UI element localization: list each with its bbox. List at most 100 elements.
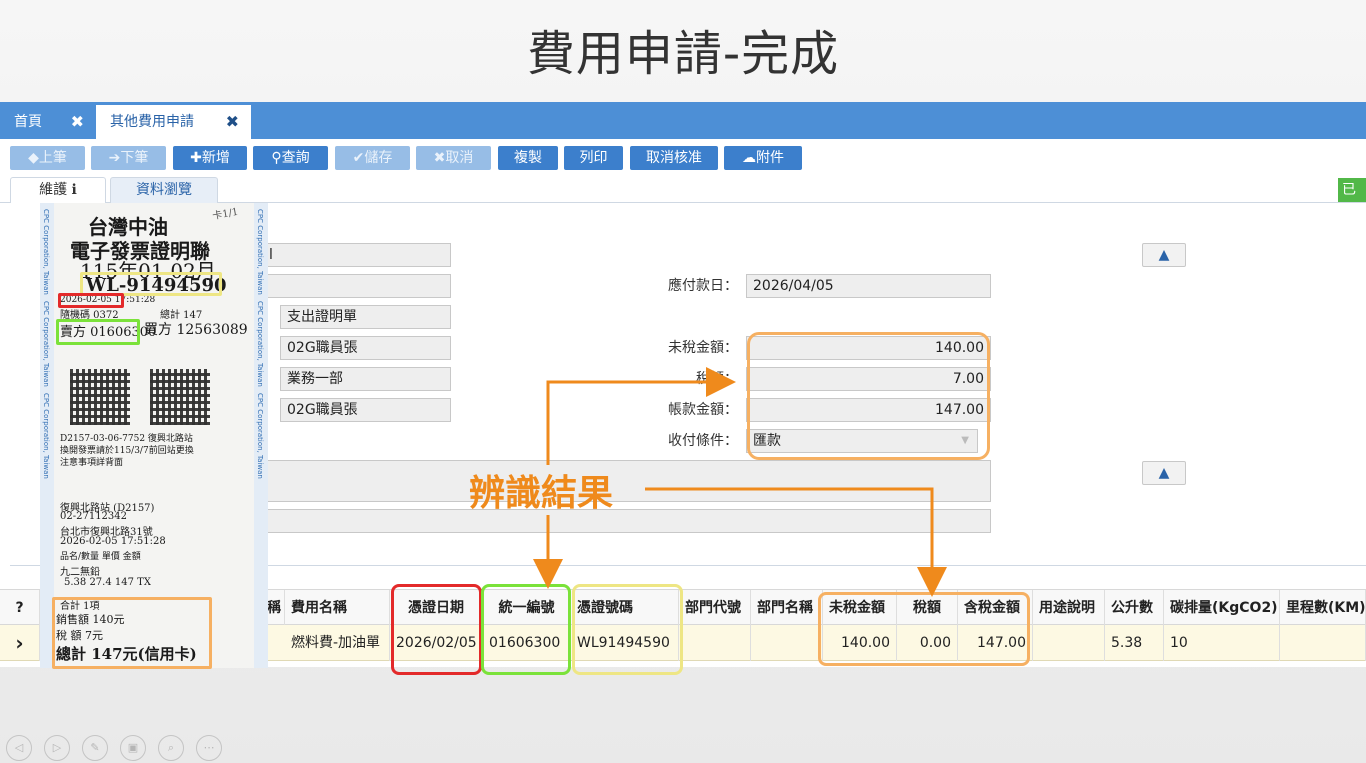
- col-total[interactable]: 含稅金額: [958, 590, 1033, 626]
- slides-icon[interactable]: ▣: [120, 735, 146, 761]
- attach-button[interactable]: ☁附件: [724, 146, 802, 170]
- slide-title: 費用申請-完成: [526, 26, 840, 82]
- receipt-random: 隨機碼 0372: [60, 310, 119, 321]
- print-button[interactable]: 列印: [564, 146, 623, 170]
- col-tax-id[interactable]: 統一編號: [483, 590, 571, 626]
- terms-select[interactable]: 匯款 ▼: [746, 429, 978, 453]
- col-voucher-no[interactable]: 憑證號碼: [571, 590, 679, 626]
- close-icon[interactable]: ✖: [226, 105, 239, 139]
- total-label: 帳款金額：: [668, 402, 738, 418]
- cloud-upload-icon: ☁: [742, 150, 756, 166]
- pretax-field[interactable]: 140.00: [746, 336, 991, 360]
- tab-home-label: 首頁: [14, 114, 42, 130]
- next-button[interactable]: ➔下筆: [91, 146, 166, 170]
- applicant-field[interactable]: 02G職員張: [280, 336, 451, 360]
- next-slide-icon[interactable]: ▷: [44, 735, 70, 761]
- cancel-approve-button[interactable]: 取消核准: [630, 146, 718, 170]
- cell-dept-code[interactable]: [679, 625, 751, 661]
- terms-label: 收付條件：: [668, 433, 738, 449]
- cell-liters[interactable]: 5.38: [1105, 625, 1164, 661]
- tax-label: 稅額：: [696, 371, 738, 387]
- remark-textarea[interactable]: [262, 460, 991, 502]
- status-badge: 已: [1338, 178, 1366, 202]
- receipt-item: 九二無鉛: [60, 567, 100, 578]
- cell-expense-name[interactable]: 燃料費-加油單: [285, 625, 390, 661]
- cell-voucher-no[interactable]: WL91494590: [571, 625, 679, 661]
- help-icon[interactable]: ?: [0, 590, 40, 626]
- col-expense-name[interactable]: 費用名稱: [285, 590, 390, 626]
- tab-maintain[interactable]: 維護 ℹ: [10, 177, 106, 203]
- col-pretax[interactable]: 未稅金額: [823, 590, 897, 626]
- receipt-handwritten: 卡1/1: [211, 206, 240, 223]
- receipt-sales: 銷售額 140元: [56, 613, 125, 626]
- cell-mileage[interactable]: [1280, 625, 1366, 661]
- col-liters[interactable]: 公升數: [1105, 590, 1164, 626]
- zoom-icon[interactable]: ⌕: [158, 735, 184, 761]
- qr-code-icon: [70, 369, 130, 425]
- receipt-columns: 品名/數量 單價 金額: [60, 552, 141, 562]
- cell-tax-id[interactable]: 01606300: [483, 625, 571, 661]
- query-button[interactable]: ⚲查詢: [253, 146, 328, 170]
- more-icon[interactable]: ⋯: [196, 735, 222, 761]
- cell-purpose[interactable]: [1033, 625, 1105, 661]
- receipt-item-values: 5.38 27.4 147 TX: [64, 577, 151, 588]
- col-dept-code[interactable]: 部門代號: [679, 590, 751, 626]
- collapse-up-button[interactable]: ▲: [1142, 461, 1186, 485]
- tab-other-expense[interactable]: 其他費用申請 ✖: [96, 105, 251, 139]
- col-carbon[interactable]: 碳排量(KgCO2): [1164, 590, 1280, 626]
- col-voucher-date[interactable]: 憑證日期: [390, 590, 483, 626]
- pretax-label: 未稅金額：: [668, 340, 738, 356]
- prev-button[interactable]: ◆上筆: [10, 146, 85, 170]
- col-purpose[interactable]: 用途說明: [1033, 590, 1105, 626]
- tab-other-expense-label: 其他費用申請: [110, 114, 194, 130]
- receipt-sum: 合計 1項: [60, 601, 100, 612]
- copy-button[interactable]: 複製: [498, 146, 558, 170]
- long-field[interactable]: [262, 509, 991, 533]
- total-field[interactable]: 147.00: [746, 398, 991, 422]
- terms-value: 匯款: [753, 433, 781, 449]
- tax-field[interactable]: 7.00: [746, 367, 991, 391]
- add-button[interactable]: ✚新增: [173, 146, 247, 170]
- receipt-note2: 注意事項詳背面: [60, 458, 124, 468]
- receipt-edge-left: CPC Corporation, Taiwan CPC Corporation, …: [40, 203, 54, 668]
- tab-home[interactable]: 首頁 ✖: [0, 105, 96, 139]
- cell-carbon[interactable]: 10: [1164, 625, 1280, 661]
- search-icon: ⚲: [271, 150, 282, 166]
- qr-code-icon: [150, 369, 210, 425]
- receipt-seller: 賣方 01606300: [60, 325, 157, 340]
- doc-type-field[interactable]: 支出證明單: [280, 305, 451, 329]
- cancel-button[interactable]: ✖取消: [416, 146, 491, 170]
- cell-dept-name[interactable]: [751, 625, 823, 661]
- row-marker-icon: ›: [0, 625, 40, 661]
- save-button[interactable]: ✔儲存: [335, 146, 410, 170]
- col-mileage[interactable]: 里程數(KM): [1280, 590, 1366, 626]
- toolbar: ◆上筆 ➔下筆 ✚新增 ⚲查詢 ✔儲存 ✖取消 複製 列印 取消核准 ☁附件: [0, 146, 1366, 172]
- header-field[interactable]: l: [262, 243, 451, 267]
- grid-header-hidden: 稱: [265, 590, 285, 626]
- tab-bar: 首頁 ✖ 其他費用申請 ✖: [0, 102, 1366, 139]
- payee-field[interactable]: 02G職員張: [280, 398, 451, 422]
- col-tax[interactable]: 稅額: [897, 590, 958, 626]
- tab-browse[interactable]: 資料瀏覽: [110, 177, 218, 203]
- blank-field[interactable]: [262, 274, 451, 298]
- close-icon[interactable]: ✖: [71, 105, 84, 139]
- pen-icon[interactable]: ✎: [82, 735, 108, 761]
- sub-tab-bar: 維護 ℹ 資料瀏覽: [0, 177, 1366, 203]
- receipt-phone: 02-27112342: [60, 511, 128, 522]
- due-date-field[interactable]: 2026/04/05: [746, 274, 991, 298]
- receipt-grand-total: 總計 147元(信用卡): [56, 645, 197, 663]
- col-dept-name[interactable]: 部門名稱: [751, 590, 823, 626]
- receipt-date2: 2026-02-05 17:51:28: [60, 536, 166, 547]
- collapse-up-button[interactable]: ▲: [1142, 243, 1186, 267]
- cell-pretax[interactable]: 140.00: [823, 625, 897, 661]
- receipt-datetime: 2026-02-05 17:51:28: [60, 295, 156, 305]
- cell-total[interactable]: 147.00: [958, 625, 1033, 661]
- chevron-down-icon: ▼: [961, 435, 969, 446]
- cell-voucher-date[interactable]: 2026/02/05: [390, 625, 483, 661]
- cell-tax[interactable]: 0.00: [897, 625, 958, 661]
- department-field[interactable]: 業務一部: [280, 367, 451, 391]
- prev-slide-icon[interactable]: ◁: [6, 735, 32, 761]
- attach-button-label: 附件: [756, 150, 784, 166]
- due-date-label: 應付款日：: [668, 278, 738, 294]
- result-label: 辨識結果: [469, 473, 614, 514]
